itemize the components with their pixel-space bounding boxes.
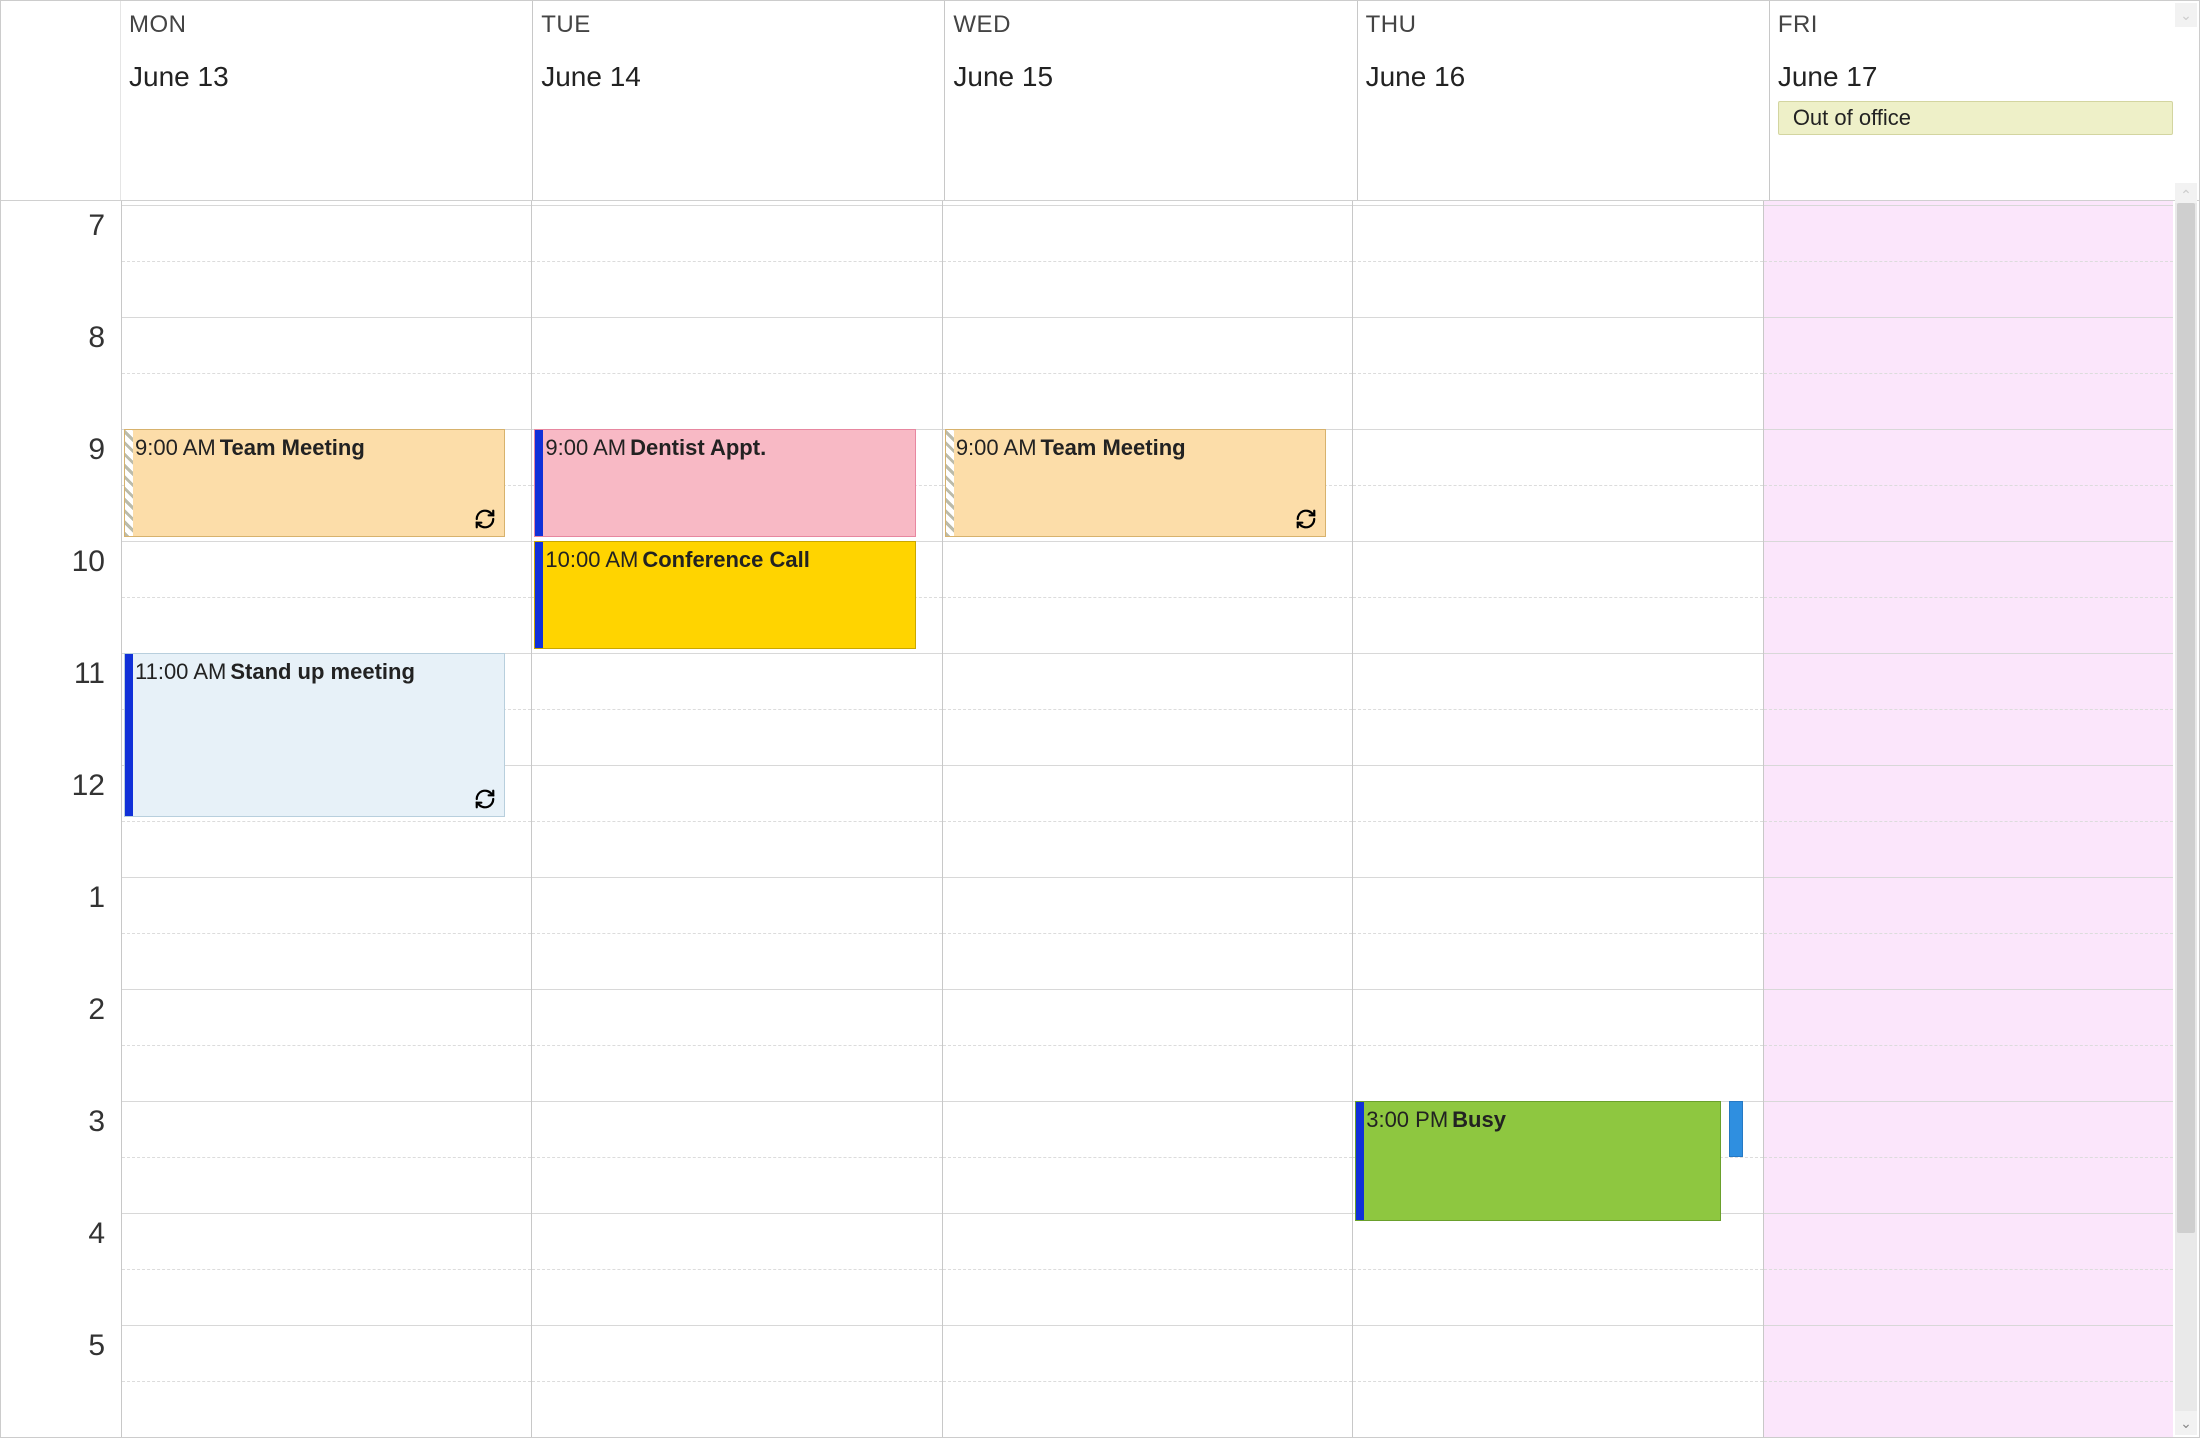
- date-label: June 13: [129, 61, 524, 93]
- date-label: June 17: [1778, 61, 2173, 93]
- day-column-mon[interactable]: 9:00 AMTeam Meeting 11:00 AMStand up meet…: [121, 201, 531, 1437]
- hour-label: 5: [88, 1329, 105, 1363]
- dow-label: MON: [129, 11, 524, 39]
- day-column-tue[interactable]: 9:00 AMDentist Appt.10:00 AMConference C…: [531, 201, 941, 1437]
- date-label: June 15: [953, 61, 1348, 93]
- date-label: June 16: [1366, 61, 1761, 93]
- event-time: 9:00 AM: [956, 435, 1037, 460]
- hour-label: 7: [88, 209, 105, 243]
- dow-label: WED: [953, 11, 1348, 39]
- time-gutter: 78910111212345: [1, 201, 121, 1437]
- calendar-week-view: MON June 13 TUE June 14 WED June 15 THU …: [0, 0, 2200, 1438]
- hour-label: 10: [72, 545, 105, 579]
- event-time: 10:00 AM: [545, 547, 638, 572]
- dow-label: THU: [1366, 11, 1761, 39]
- scroll-down-icon[interactable]: ⌄: [2175, 1411, 2197, 1435]
- day-column-wed[interactable]: 9:00 AMTeam Meeting: [942, 201, 1352, 1437]
- hour-label: 8: [88, 321, 105, 355]
- day-header-wed[interactable]: WED June 15: [945, 1, 1357, 200]
- day-header-mon[interactable]: MON June 13: [121, 1, 533, 200]
- hour-label: 9: [88, 433, 105, 467]
- hour-label: 2: [88, 993, 105, 1027]
- recurring-icon: [474, 508, 496, 530]
- day-header-tue[interactable]: TUE June 14: [533, 1, 945, 200]
- hour-label: 11: [74, 657, 105, 691]
- event-time: 9:00 AM: [545, 435, 626, 460]
- event-overlay-small[interactable]: [1729, 1101, 1743, 1157]
- hour-label: 4: [88, 1217, 105, 1251]
- status-stripe: [1356, 1102, 1364, 1220]
- day-header-fri[interactable]: FRI June 17 Out of office: [1770, 1, 2199, 200]
- event-title: Conference Call: [642, 547, 810, 572]
- status-stripe: [535, 430, 543, 536]
- ooo-background: [1770, 137, 2199, 200]
- calendar-grid-body: 78910111212345 9:00 AMTeam Meeting11:00 …: [1, 201, 2199, 1437]
- event-time: 11:00 AM: [135, 659, 226, 684]
- status-stripe: [125, 654, 133, 816]
- event-title: Dentist Appt.: [630, 435, 766, 460]
- event-title: Team Meeting: [220, 435, 365, 460]
- dow-label: FRI: [1778, 11, 2173, 39]
- event-time: 9:00 AM: [135, 435, 216, 460]
- event-time: 3:00 PM: [1366, 1107, 1448, 1132]
- allday-event-out-of-office[interactable]: Out of office: [1778, 101, 2173, 135]
- recurring-icon: [1295, 508, 1317, 530]
- vertical-scrollbar[interactable]: ⌄ ⌃ ⌄: [2175, 3, 2197, 1435]
- hour-label: 1: [88, 881, 105, 915]
- day-column-fri[interactable]: [1763, 201, 2173, 1437]
- event-team-meeting-mon[interactable]: 9:00 AMTeam Meeting: [124, 429, 505, 537]
- event-dentist-appt[interactable]: 9:00 AMDentist Appt.: [534, 429, 915, 537]
- dow-label: TUE: [541, 11, 936, 39]
- day-header-thu[interactable]: THU June 16: [1358, 1, 1770, 200]
- time-gutter-header: [1, 1, 121, 200]
- event-busy[interactable]: 3:00 PMBusy: [1355, 1101, 1720, 1221]
- scroll-down-top-icon[interactable]: ⌄: [2175, 3, 2197, 27]
- event-title: Team Meeting: [1041, 435, 1186, 460]
- scroll-track[interactable]: [2175, 203, 2197, 1411]
- hour-label: 3: [88, 1105, 105, 1139]
- day-column-thu[interactable]: 3:00 PMBusy: [1352, 201, 1762, 1437]
- event-team-meeting-wed[interactable]: 9:00 AMTeam Meeting: [945, 429, 1326, 537]
- event-conference-call[interactable]: 10:00 AMConference Call: [534, 541, 915, 649]
- status-stripe: [946, 430, 954, 536]
- recurring-icon: [474, 788, 496, 810]
- event-title: Busy: [1452, 1107, 1506, 1132]
- event-stand-up-meeting[interactable]: 11:00 AMStand up meeting: [124, 653, 505, 817]
- date-label: June 14: [541, 61, 936, 93]
- event-title: Stand up meeting: [230, 659, 415, 684]
- calendar-header-row: MON June 13 TUE June 14 WED June 15 THU …: [1, 1, 2199, 201]
- status-stripe: [535, 542, 543, 648]
- status-stripe: [125, 430, 133, 536]
- scroll-thumb[interactable]: [2177, 203, 2195, 1233]
- hour-label: 12: [72, 769, 105, 803]
